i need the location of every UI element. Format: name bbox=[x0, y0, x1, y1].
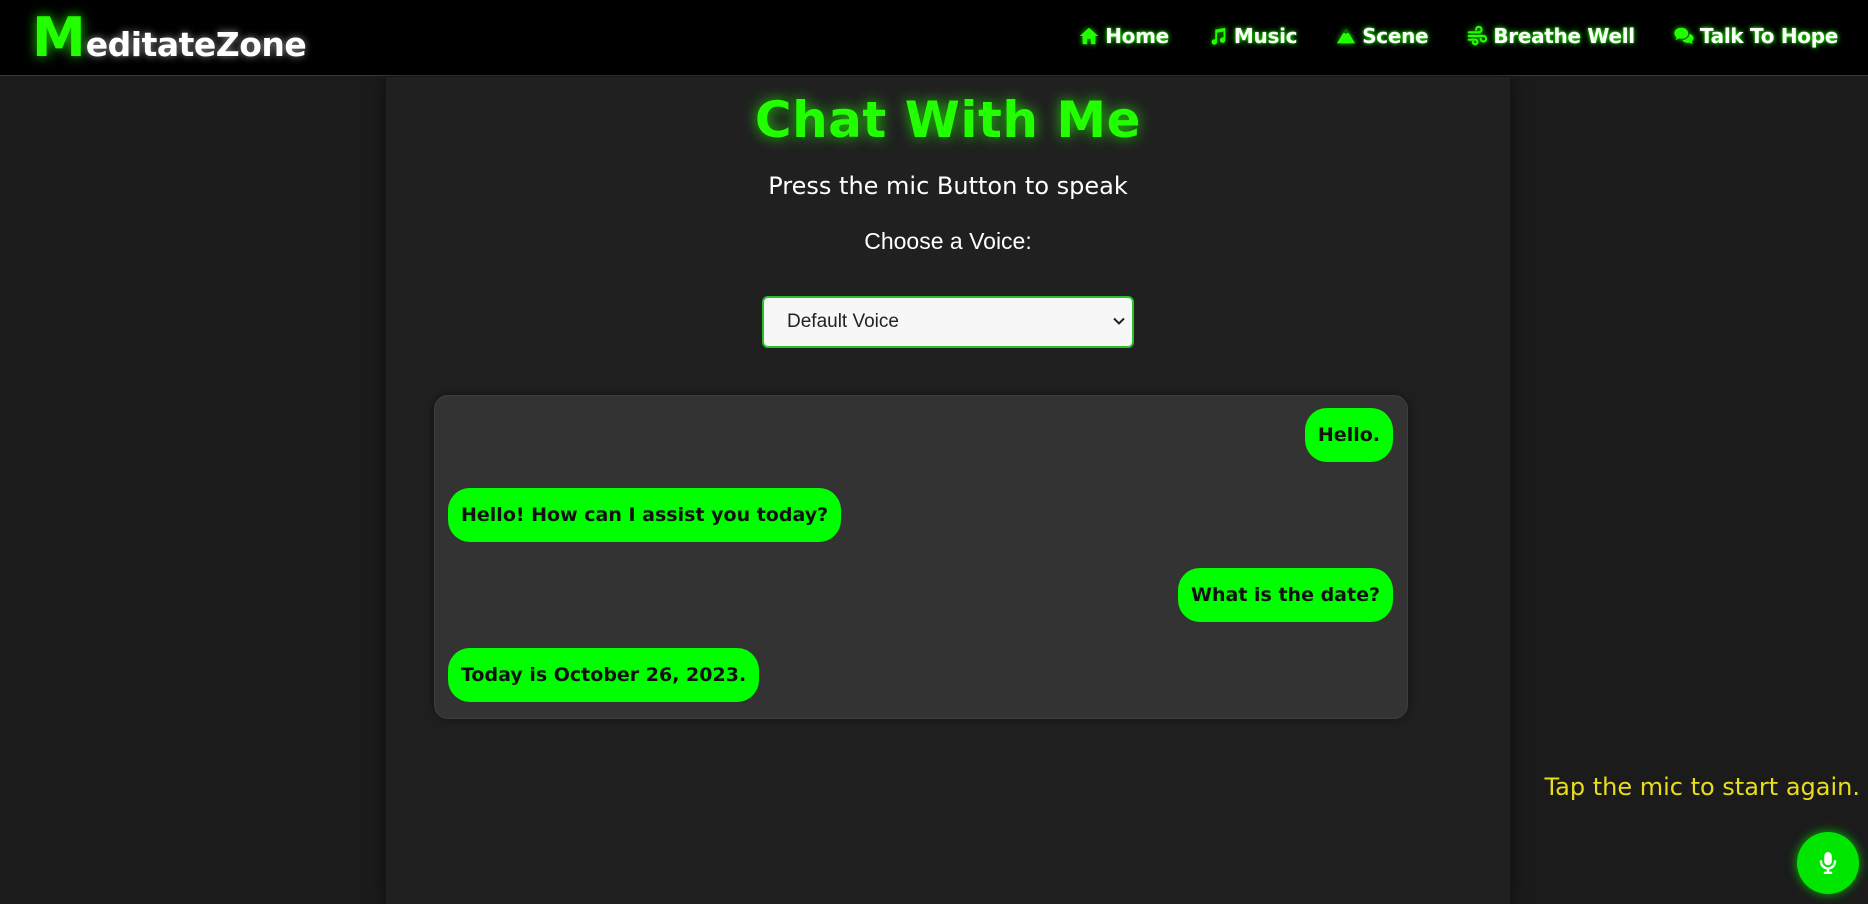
bot-message: Hello! How can I assist you today? bbox=[448, 488, 842, 542]
page-title: Chat With Me bbox=[754, 91, 1142, 149]
brand-logo[interactable]: M editateZone bbox=[32, 4, 307, 72]
logo-text: editateZone bbox=[85, 25, 307, 64]
home-icon bbox=[1078, 25, 1100, 47]
nav-breathe-link[interactable]: Breathe Well bbox=[1466, 24, 1635, 48]
nav-scene-link[interactable]: Scene bbox=[1335, 24, 1429, 48]
chat-log[interactable]: Hello. Hello! How can I assist you today… bbox=[434, 395, 1408, 719]
nav-music-link[interactable]: Music bbox=[1207, 24, 1297, 48]
logo-initial: M bbox=[32, 6, 86, 69]
chat-panel: Chat With Me Press the mic Button to spe… bbox=[386, 77, 1510, 904]
voice-select[interactable]: Default Voice bbox=[762, 296, 1134, 348]
nav-talk-label: Talk To Hope bbox=[1699, 24, 1838, 48]
mic-button[interactable] bbox=[1797, 832, 1859, 894]
nav-links: Home Music Scene Breathe Well Talk To Ho… bbox=[1078, 0, 1838, 72]
instruction-text: Press the mic Button to speak bbox=[768, 172, 1128, 200]
chevron-down-icon bbox=[1113, 317, 1125, 325]
nav-music-label: Music bbox=[1233, 24, 1298, 48]
top-navbar: M editateZone Home Music Scene Breathe W… bbox=[0, 0, 1868, 76]
nav-scene-label: Scene bbox=[1362, 24, 1429, 48]
status-message: Tap the mic to start again. bbox=[1544, 773, 1860, 801]
nav-home-label: Home bbox=[1105, 24, 1169, 48]
nav-breathe-label: Breathe Well bbox=[1493, 24, 1635, 48]
user-message: What is the date? bbox=[1178, 568, 1393, 622]
nav-talk-link[interactable]: Talk To Hope bbox=[1673, 24, 1838, 48]
chat-bubbles-icon bbox=[1673, 25, 1695, 47]
voice-label: Choose a Voice: bbox=[864, 228, 1032, 254]
mountain-icon bbox=[1335, 25, 1357, 47]
microphone-icon bbox=[1819, 852, 1837, 875]
user-message: Hello. bbox=[1304, 408, 1393, 462]
wind-icon bbox=[1466, 25, 1488, 47]
bot-message: Today is October 26, 2023. bbox=[448, 648, 760, 702]
voice-select-value: Default Voice bbox=[787, 311, 899, 332]
music-note-icon bbox=[1207, 25, 1229, 47]
nav-home-link[interactable]: Home bbox=[1078, 24, 1169, 48]
